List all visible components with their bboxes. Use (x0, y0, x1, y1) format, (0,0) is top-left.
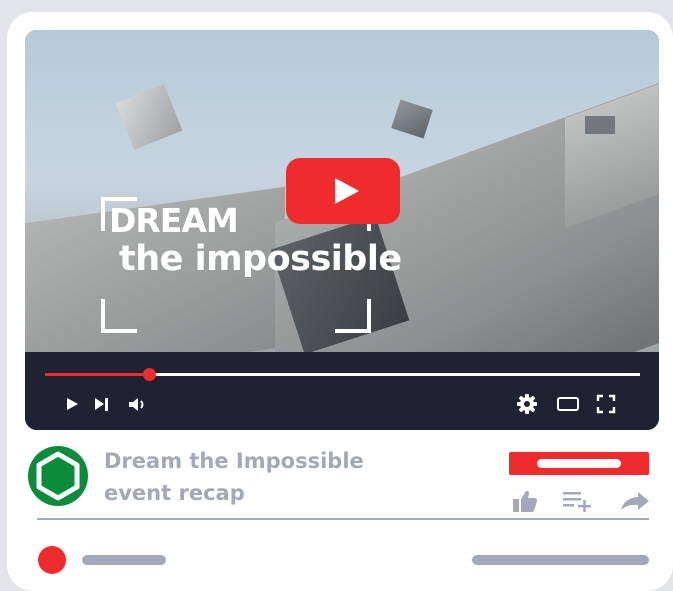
subscribe-label-placeholder (537, 459, 621, 468)
add-to-playlist-icon[interactable] (562, 490, 592, 512)
channel-avatar[interactable] (28, 446, 88, 506)
channel-hexagon-logo (36, 451, 80, 501)
floating-cube (585, 116, 615, 134)
play-icon (335, 178, 359, 204)
video-title-line2: event recap (104, 481, 245, 505)
theater-mode-icon[interactable] (557, 397, 579, 411)
text-placeholder-bar (472, 555, 649, 565)
overlay-title-line2: the impossible (119, 239, 402, 279)
floating-cube (115, 84, 183, 150)
player-controls (25, 352, 659, 430)
overlay-title-line1: DREAM (109, 201, 239, 240)
commenter-avatar-placeholder[interactable] (38, 546, 66, 574)
divider (37, 518, 649, 520)
video-player[interactable]: DREAM the impossible (25, 30, 659, 430)
progress-thumb[interactable] (143, 368, 157, 381)
fullscreen-icon[interactable] (596, 394, 616, 414)
video-frame[interactable]: DREAM the impossible (25, 30, 659, 352)
progress-bar[interactable] (45, 368, 640, 381)
progress-fill (45, 373, 150, 376)
frame-corner (335, 299, 371, 333)
share-arrow-icon[interactable] (620, 491, 650, 511)
big-play-button[interactable] (286, 158, 400, 224)
volume-icon[interactable] (128, 396, 148, 413)
subscribe-button[interactable] (509, 452, 649, 475)
video-title[interactable]: Dream the Impossible event recap (104, 445, 464, 509)
video-title-line1: Dream the Impossible (104, 449, 364, 473)
floating-cube (391, 99, 433, 139)
skip-next-icon[interactable] (95, 398, 109, 411)
settings-gear-icon[interactable] (516, 393, 538, 415)
like-thumbs-up-icon[interactable] (512, 489, 538, 513)
play-icon[interactable] (67, 398, 78, 410)
frame-corner (101, 299, 137, 333)
text-placeholder-bar (82, 555, 166, 565)
